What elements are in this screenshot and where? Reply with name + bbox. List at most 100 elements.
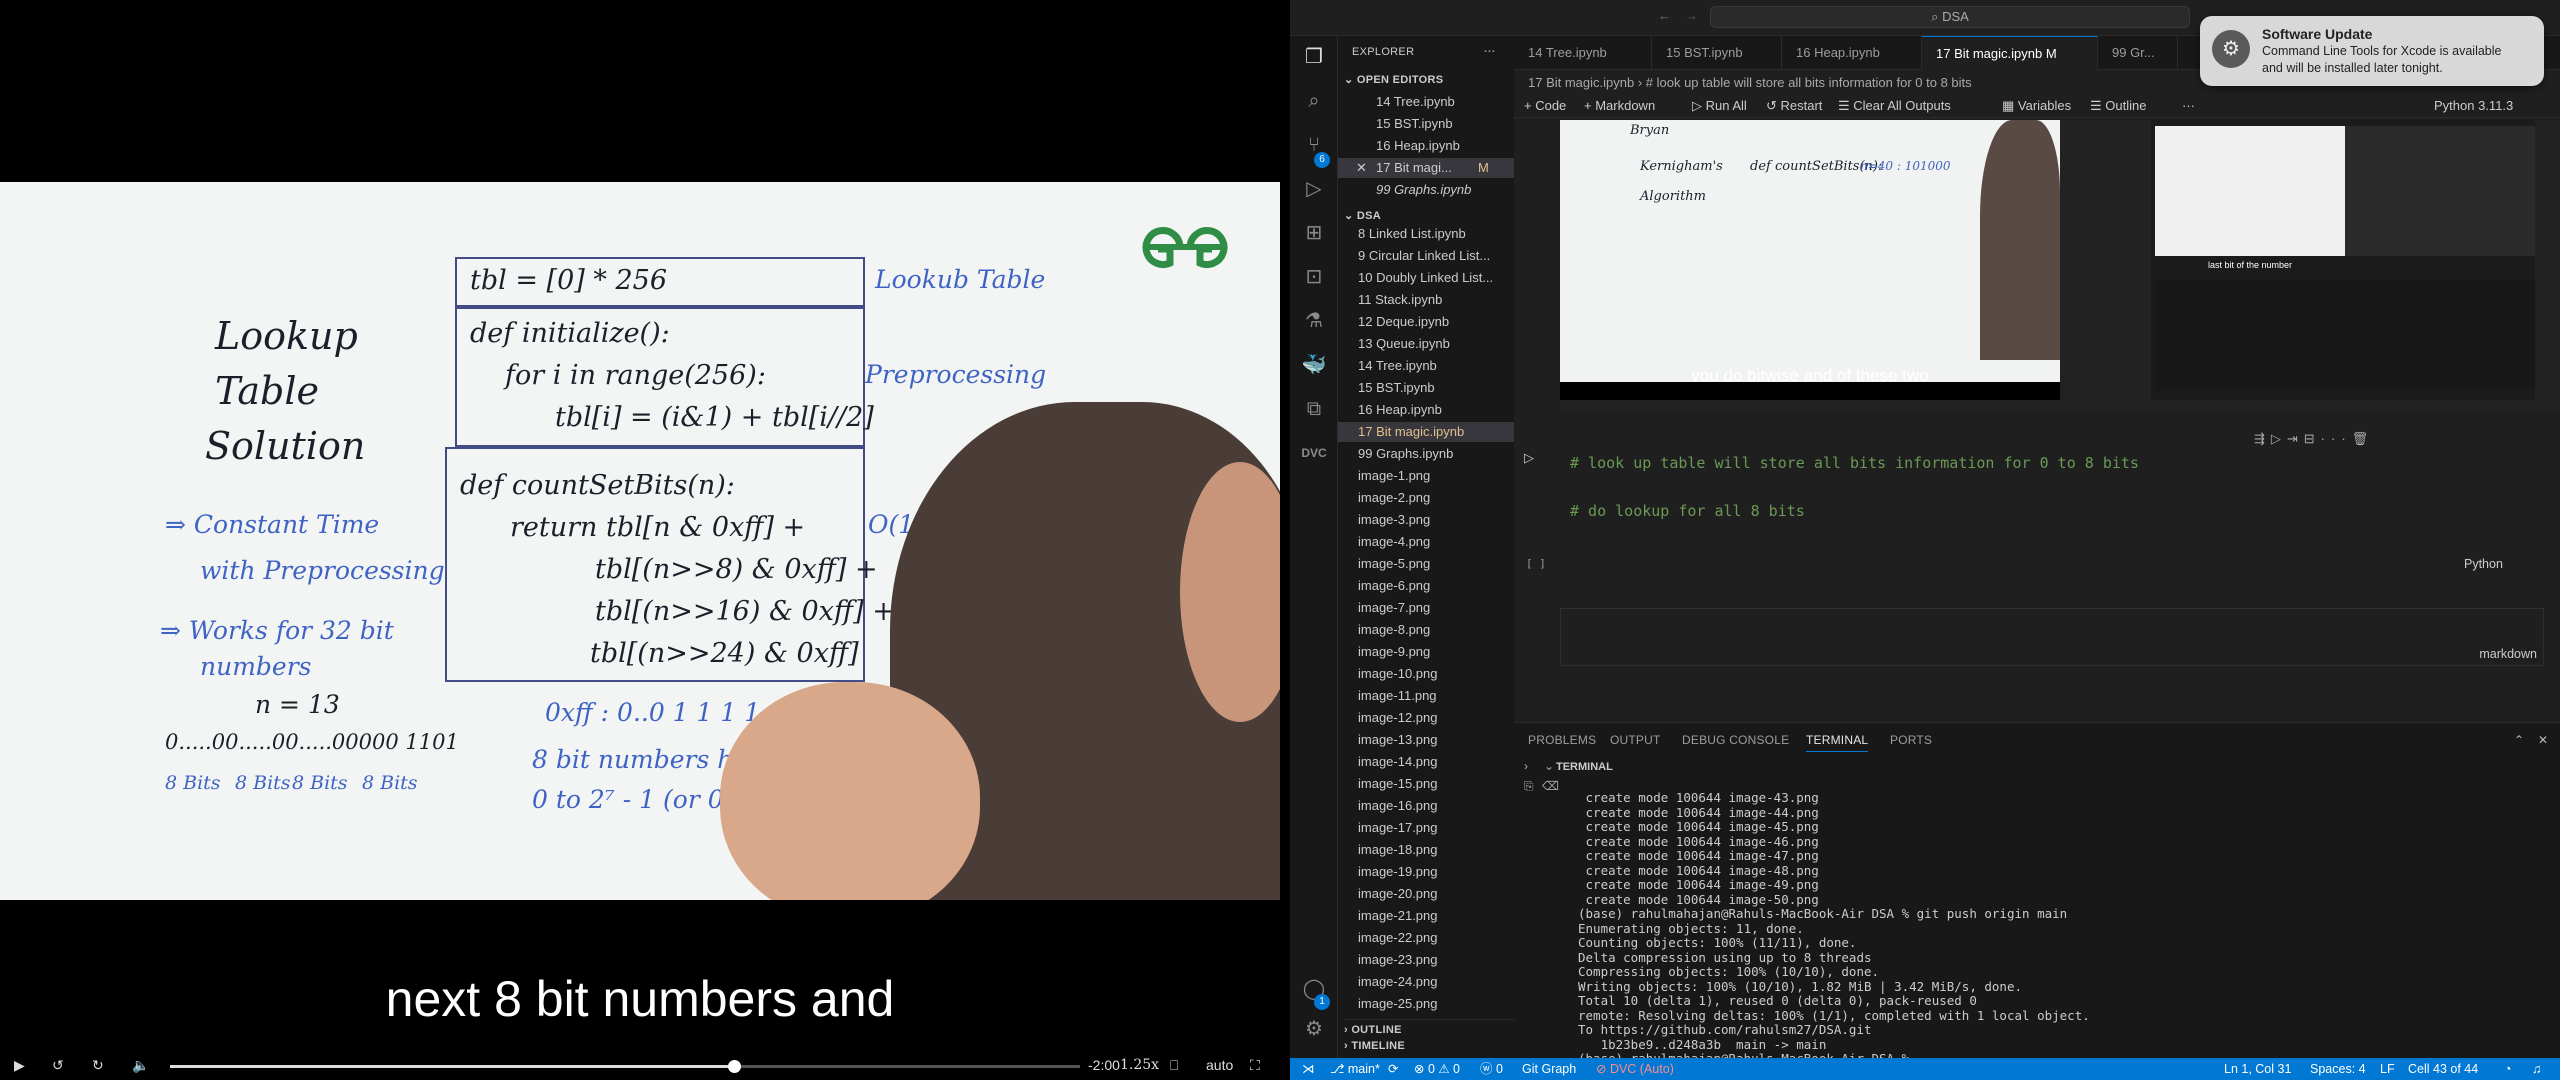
code-cell[interactable]: ▷ [ ] # look up table will store all bit… bbox=[1514, 430, 2560, 590]
tab-debug-console[interactable]: DEBUG CONSOLE bbox=[1682, 733, 1789, 747]
file-tree-item[interactable]: 10 Doubly Linked List... bbox=[1338, 268, 1518, 288]
file-tree-item[interactable]: image-25.png bbox=[1338, 994, 1518, 1014]
file-tree-item[interactable]: 13 Queue.ipynb bbox=[1338, 334, 1518, 354]
variables-button[interactable]: ▦ Variables bbox=[2002, 94, 2071, 118]
editor-tab[interactable]: 14 Tree.ipynb bbox=[1514, 36, 1652, 70]
outline-button[interactable]: ☰ Outline bbox=[2090, 94, 2146, 118]
tab-problems[interactable]: PROBLEMS bbox=[1528, 733, 1596, 747]
forward-icon[interactable]: ↻ bbox=[92, 1057, 104, 1074]
file-tree-item[interactable]: image-8.png bbox=[1338, 620, 1518, 640]
branch-indicator[interactable]: ⎇ main* bbox=[1330, 1058, 1380, 1080]
file-tree-item[interactable]: 9 Circular Linked List... bbox=[1338, 246, 1518, 266]
cell-language[interactable]: markdown bbox=[2479, 647, 2537, 661]
file-tree-item[interactable]: 14 Tree.ipynb bbox=[1338, 356, 1518, 376]
file-tree-item[interactable]: image-3.png bbox=[1338, 510, 1518, 530]
problems-indicator[interactable]: ⊗ 0 ⚠ 0 bbox=[1414, 1058, 1460, 1080]
cell-toolbar[interactable]: ⇶▷⇥⊟···🗑 bbox=[2254, 431, 2374, 447]
file-tree-item[interactable]: image-19.png bbox=[1338, 862, 1518, 882]
maximize-panel-icon[interactable]: ⌃ bbox=[2514, 733, 2524, 747]
indentation[interactable]: Spaces: 4 bbox=[2310, 1058, 2366, 1080]
run-all-button[interactable]: ▷ Run All bbox=[1692, 94, 1747, 118]
run-debug-icon[interactable]: ▷ bbox=[1301, 176, 1327, 202]
timeline-header[interactable]: › TIMELINE bbox=[1344, 1040, 1405, 1052]
speed-button[interactable]: 1.25x bbox=[1120, 1057, 1159, 1073]
scrubber-handle[interactable] bbox=[728, 1060, 742, 1073]
outline-header[interactable]: › OUTLINE bbox=[1344, 1019, 1524, 1036]
close-panel-icon[interactable]: ✕ bbox=[2538, 733, 2548, 747]
git-graph-icon[interactable]: ⧉ bbox=[1301, 396, 1327, 422]
video-scrubber[interactable] bbox=[170, 1060, 1080, 1073]
file-tree-item[interactable]: image-4.png bbox=[1338, 532, 1518, 552]
file-tree-item[interactable]: image-9.png bbox=[1338, 642, 1518, 662]
clear-outputs-button[interactable]: ☰ Clear All Outputs bbox=[1838, 94, 1951, 118]
add-markdown-button[interactable]: + Markdown bbox=[1584, 94, 1655, 118]
file-tree-item[interactable]: image-7.png bbox=[1338, 598, 1518, 618]
testing-icon[interactable]: ⚗ bbox=[1301, 308, 1327, 334]
subtitles-icon[interactable]: ⎕ bbox=[1170, 1057, 1178, 1074]
file-tree-item[interactable]: image-14.png bbox=[1338, 752, 1518, 772]
file-tree-item[interactable]: 15 BST.ipynb bbox=[1338, 378, 1518, 398]
file-tree-item[interactable]: image-6.png bbox=[1338, 576, 1518, 596]
file-tree-item[interactable]: image-18.png bbox=[1338, 840, 1518, 860]
file-tree-item[interactable]: 11 Stack.ipynb bbox=[1338, 290, 1518, 310]
video-player[interactable]: Lookup Table Solution ⇒ Constant Time wi… bbox=[0, 0, 1290, 1080]
software-update-notification[interactable]: ⚙ Software Update Command Line Tools for… bbox=[2200, 16, 2544, 86]
tab-output[interactable]: OUTPUT bbox=[1610, 733, 1661, 747]
dsa-folder-header[interactable]: ⌄ DSA bbox=[1344, 209, 1381, 222]
file-tree-item[interactable]: image-21.png bbox=[1338, 906, 1518, 926]
forward-nav-icon[interactable]: → bbox=[1685, 8, 1698, 23]
back-icon[interactable]: ← bbox=[1658, 8, 1671, 23]
open-editors-header[interactable]: ⌄ OPEN EDITORS bbox=[1344, 73, 1443, 86]
more-toolbar-icon[interactable]: ··· bbox=[2182, 94, 2195, 118]
bell-icon[interactable]: ♫ bbox=[2532, 1058, 2541, 1080]
file-tree-item[interactable]: image-15.png bbox=[1338, 774, 1518, 794]
tab-terminal[interactable]: TERMINAL bbox=[1806, 733, 1869, 752]
quality-button[interactable]: auto bbox=[1206, 1057, 1233, 1073]
kernel-picker[interactable]: Python 3.11.3 bbox=[2434, 94, 2513, 118]
file-tree-item[interactable]: image-11.png bbox=[1338, 686, 1518, 706]
file-tree-item[interactable]: 12 Deque.ipynb bbox=[1338, 312, 1518, 332]
tab-ports[interactable]: PORTS bbox=[1890, 733, 1932, 747]
file-tree-item[interactable]: 16 Heap.ipynb bbox=[1338, 400, 1518, 420]
file-tree-item[interactable]: image-22.png bbox=[1338, 928, 1518, 948]
file-tree-item[interactable]: 17 Bit magic.ipynb bbox=[1338, 422, 1518, 442]
file-tree-item[interactable]: image-17.png bbox=[1338, 818, 1518, 838]
editor-tab[interactable]: 16 Heap.ipynb bbox=[1782, 36, 1922, 70]
file-tree-item[interactable]: image-16.png bbox=[1338, 796, 1518, 816]
notifications-icon[interactable]: ◔ bbox=[2504, 1058, 2512, 1080]
editor-tab[interactable]: 17 Bit magic.ipynb M bbox=[1922, 36, 2098, 70]
dvc-icon[interactable]: DVC bbox=[1301, 440, 1327, 466]
cursor-position[interactable]: Ln 1, Col 31 bbox=[2224, 1058, 2291, 1080]
rewind-icon[interactable]: ↺ bbox=[52, 1057, 64, 1074]
close-icon[interactable]: ✕ bbox=[1356, 160, 1367, 176]
search-view-icon[interactable]: ⌕ bbox=[1301, 88, 1327, 114]
remote-explorer-icon[interactable]: ⊡ bbox=[1301, 264, 1327, 290]
file-tree-item[interactable]: image-2.png bbox=[1338, 488, 1518, 508]
file-tree-item[interactable]: image-5.png bbox=[1338, 554, 1518, 574]
command-center[interactable]: ⌕ DSA bbox=[1710, 6, 2190, 28]
eraser-icon[interactable]: ⌫ bbox=[1542, 779, 1559, 793]
markdown-cell[interactable]: markdown bbox=[1560, 608, 2544, 666]
chevron-right-icon[interactable]: › bbox=[1524, 759, 1528, 773]
git-graph-button[interactable]: Git Graph bbox=[1522, 1058, 1576, 1080]
file-tree-item[interactable]: image-13.png bbox=[1338, 730, 1518, 750]
cell-indicator[interactable]: Cell 43 of 44 bbox=[2408, 1058, 2478, 1080]
editor-tab[interactable]: 99 Gr... bbox=[2098, 36, 2178, 70]
fullscreen-icon[interactable]: ⛶ bbox=[1250, 1057, 1260, 1074]
settings-gear-icon[interactable]: ⚙ bbox=[1301, 1016, 1327, 1042]
explorer-icon[interactable]: ❐ bbox=[1301, 44, 1327, 70]
file-tree-item[interactable]: image-1.png bbox=[1338, 466, 1518, 486]
file-tree-item[interactable]: 99 Graphs.ipynb bbox=[1338, 444, 1518, 464]
line-ending[interactable]: LF bbox=[2380, 1058, 2395, 1080]
file-tree-item[interactable]: image-23.png bbox=[1338, 950, 1518, 970]
run-cell-icon[interactable]: ▷ bbox=[1524, 450, 1534, 466]
file-tree-item[interactable]: image-12.png bbox=[1338, 708, 1518, 728]
file-tree-item[interactable]: 8 Linked List.ipynb bbox=[1338, 224, 1518, 244]
chevron-down-icon[interactable]: ⌄ bbox=[1544, 759, 1554, 773]
ports-indicator[interactable]: ⓦ 0 bbox=[1480, 1058, 1503, 1080]
file-tree-item[interactable]: image-10.png bbox=[1338, 664, 1518, 684]
more-actions-icon[interactable]: ··· bbox=[1484, 46, 1496, 58]
restart-button[interactable]: ↺ Restart bbox=[1766, 94, 1822, 118]
extensions-icon[interactable]: ⊞ bbox=[1301, 220, 1327, 246]
terminal-list-icon[interactable]: ⎘ bbox=[1524, 779, 1534, 794]
